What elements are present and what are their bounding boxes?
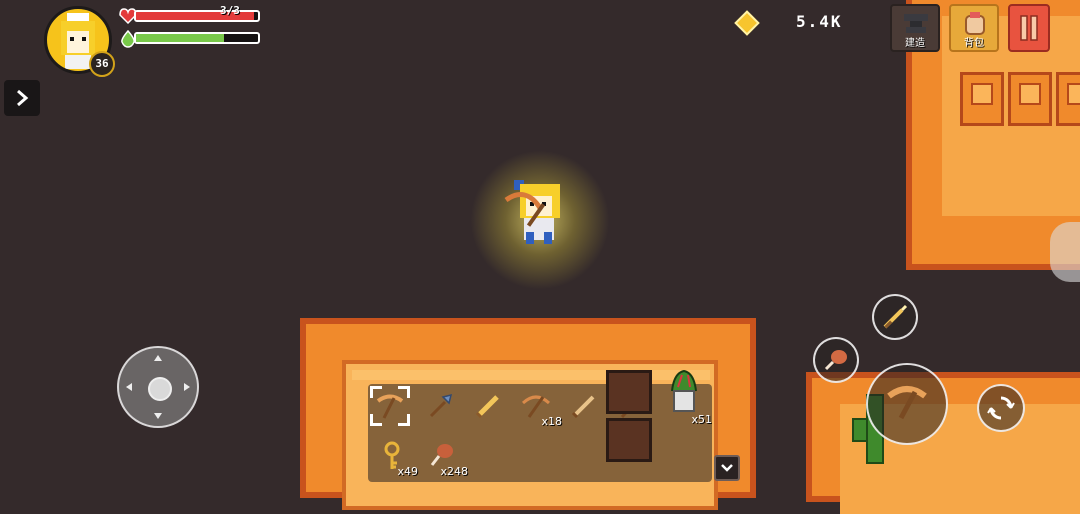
hotbar-slot-key[interactable]: x49 [372, 436, 418, 478]
joystick-knob[interactable] [148, 377, 172, 401]
quick-meat-button[interactable] [813, 337, 859, 383]
golden-sword-icon [475, 395, 499, 419]
backpack-button-label: 背包 [964, 38, 984, 49]
gem-count: 5.4K [796, 12, 843, 31]
chevron-down-icon [721, 464, 733, 472]
slot-count: x248 [440, 465, 468, 478]
slot-count: x51 [691, 413, 712, 426]
plant-pot-icon [671, 369, 697, 412]
pause-icon [1020, 15, 1038, 41]
player-level-badge: 36 [89, 51, 115, 77]
hotbar-slot-meat[interactable]: x248 [422, 436, 468, 478]
hotbar-expand-button[interactable] [714, 455, 740, 481]
hotbar-slot-pickaxe[interactable] [370, 386, 410, 426]
pickaxe-icon [887, 386, 927, 420]
backpack-button[interactable]: 背包 [949, 4, 999, 52]
pickaxe-icon [376, 394, 404, 419]
energy-bar-fill [136, 34, 224, 42]
npc-partial [1050, 222, 1080, 282]
side-panel-toggle[interactable] [4, 80, 40, 116]
shovel-icon [429, 393, 453, 418]
chevron-right-icon [17, 89, 29, 107]
hotbar-slot-wooden-sword[interactable] [564, 386, 604, 426]
energy-bar [134, 32, 260, 44]
wooden-sword-icon [571, 395, 595, 419]
hotbar-slot-shovel[interactable] [420, 386, 460, 426]
attack-button[interactable] [866, 363, 948, 445]
build-button[interactable]: 建造 [890, 4, 940, 52]
backpack-icon [965, 12, 985, 35]
hotbar: x18 x51 x49 x248 [368, 369, 712, 482]
swap-weapon-button[interactable] [977, 384, 1025, 432]
movement-joystick[interactable] [117, 346, 199, 428]
anvil-icon [904, 14, 928, 33]
hotbar-empty-slot[interactable] [606, 370, 652, 414]
hp-text: 3/3 [220, 4, 240, 17]
meat-icon [824, 350, 847, 371]
sword-icon [883, 304, 908, 329]
hp-bar [134, 10, 260, 22]
quick-sword-button[interactable] [872, 294, 918, 340]
slot-count: x18 [541, 415, 562, 428]
swap-icon [987, 396, 1015, 420]
player-character [504, 180, 560, 244]
build-button-label: 建造 [905, 38, 925, 49]
hotbar-slot-crossbow[interactable]: x18 [516, 386, 562, 428]
hotbar-slot-plant-pot[interactable]: x51 [662, 364, 712, 426]
hotbar-empty-slot[interactable] [606, 418, 652, 462]
hotbar-slot-golden-sword[interactable] [468, 386, 508, 426]
slot-count: x49 [397, 465, 418, 478]
pause-button[interactable] [1008, 4, 1050, 52]
